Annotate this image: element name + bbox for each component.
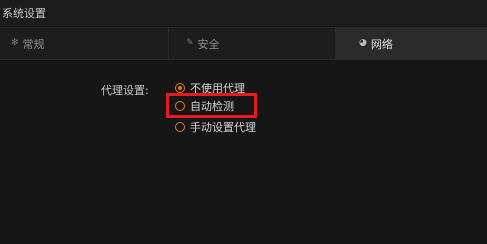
tab-network[interactable]: ◕ 网络: [335, 28, 487, 59]
tab-general[interactable]: ✻ 常规: [0, 28, 168, 59]
radio-manual[interactable]: [175, 122, 185, 132]
network-icon: ◕: [359, 38, 367, 48]
window-title: 系统设置: [2, 7, 46, 20]
tab-bar: ✻ 常规 ✎ 安全 ◕ 网络: [0, 27, 487, 60]
security-icon: ✎: [186, 38, 194, 48]
tab-network-label: 网络: [370, 37, 393, 51]
proxy-option-manual[interactable]: 手动设置代理: [175, 119, 256, 135]
proxy-option-manual-label: 手动设置代理: [190, 121, 256, 134]
tab-security-label: 安全: [197, 37, 220, 51]
highlight-box: [166, 93, 257, 118]
tab-security[interactable]: ✎ 安全: [168, 28, 335, 59]
proxy-settings-label: 代理设置:: [101, 84, 149, 97]
radio-none[interactable]: [175, 83, 185, 93]
gear-icon: ✻: [11, 38, 19, 48]
tab-general-label: 常规: [22, 37, 45, 51]
title-bar: 系统设置: [0, 0, 487, 26]
